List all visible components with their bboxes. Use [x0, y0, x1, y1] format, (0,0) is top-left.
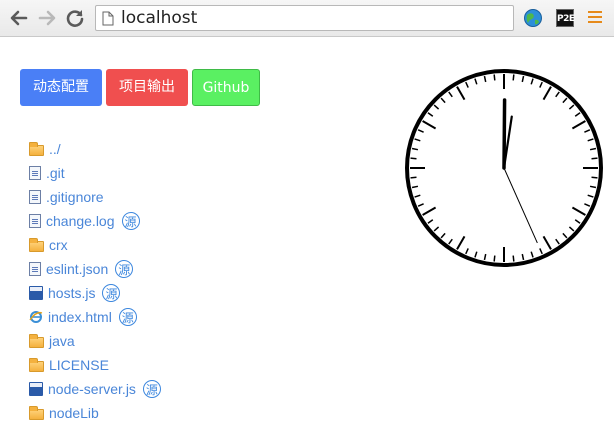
file-link[interactable]: .gitignore: [46, 185, 104, 209]
file-link[interactable]: java: [49, 329, 75, 353]
reload-button[interactable]: [64, 7, 86, 29]
document-icon: [29, 262, 41, 276]
file-link[interactable]: crx: [49, 233, 68, 257]
file-link[interactable]: node-server.js: [48, 377, 136, 401]
file-list-item[interactable]: crx: [29, 233, 161, 257]
analog-clock: [405, 69, 603, 267]
file-link[interactable]: LICENSE: [49, 353, 109, 377]
file-link[interactable]: change.log: [46, 209, 115, 233]
minute-tick: [493, 74, 496, 81]
menu-hamburger-icon[interactable]: [588, 11, 602, 26]
file-link[interactable]: eslint.json: [46, 257, 108, 281]
file-list-item[interactable]: java: [29, 329, 161, 353]
file-list-item[interactable]: hosts.js 源: [29, 281, 161, 305]
dynamic-config-button[interactable]: 动态配置: [20, 69, 102, 106]
file-link[interactable]: hosts.js: [48, 281, 95, 305]
file-list-item[interactable]: node-server.js 源: [29, 377, 161, 401]
js-file-icon: [29, 286, 43, 300]
minute-tick: [591, 157, 598, 160]
js-file-icon: [29, 382, 43, 396]
document-icon: [29, 214, 41, 228]
p2e-extension-icon[interactable]: P2E: [556, 9, 575, 27]
minute-tick: [591, 176, 598, 179]
file-link[interactable]: nodeLib: [49, 401, 99, 425]
forward-button[interactable]: [36, 7, 58, 29]
file-link[interactable]: .git: [46, 161, 65, 185]
file-list-item[interactable]: ../: [29, 137, 161, 161]
arrow-right-icon: [38, 10, 56, 26]
file-list-item[interactable]: LICENSE: [29, 353, 161, 377]
folder-icon: [29, 141, 44, 156]
html-file-icon: [29, 310, 43, 324]
folder-icon: [29, 333, 44, 348]
arrow-left-icon: [10, 10, 28, 26]
view-source-button[interactable]: 源: [121, 212, 140, 230]
file-list-item[interactable]: .gitignore: [29, 185, 161, 209]
file-link[interactable]: ../: [49, 137, 61, 161]
reload-icon: [66, 10, 84, 27]
file-list-item[interactable]: change.log 源: [29, 209, 161, 233]
project-export-button[interactable]: 项目输出: [106, 69, 188, 106]
document-icon: [29, 166, 41, 180]
minute-tick: [410, 157, 417, 160]
folder-icon: [29, 405, 44, 420]
file-list-item[interactable]: nodeLib: [29, 401, 161, 425]
minute-tick: [493, 255, 496, 262]
github-button[interactable]: Github: [192, 69, 260, 106]
address-bar[interactable]: localhost: [95, 5, 514, 31]
folder-icon: [29, 237, 44, 252]
back-button[interactable]: [8, 7, 30, 29]
view-source-button[interactable]: 源: [142, 380, 161, 398]
minute-tick: [512, 255, 515, 262]
view-source-button[interactable]: 源: [102, 284, 121, 302]
minute-tick: [410, 176, 417, 179]
folder-icon: [29, 357, 44, 372]
file-list-item[interactable]: eslint.json 源: [29, 257, 161, 281]
url-text: localhost: [121, 8, 198, 28]
document-icon: [29, 190, 41, 204]
minute-tick: [512, 74, 515, 81]
file-list-item[interactable]: index.html 源: [29, 305, 161, 329]
browser-toolbar: localhost P2E: [0, 0, 614, 37]
file-link[interactable]: index.html: [48, 305, 112, 329]
view-source-button[interactable]: 源: [118, 308, 137, 326]
file-list-item[interactable]: .git: [29, 161, 161, 185]
file-list: ../.git .gitignore change.log 源 crx eslint.js…: [29, 137, 161, 425]
page-icon: [102, 11, 114, 26]
view-source-button[interactable]: 源: [115, 260, 134, 278]
globe-extension-icon[interactable]: [523, 8, 543, 28]
